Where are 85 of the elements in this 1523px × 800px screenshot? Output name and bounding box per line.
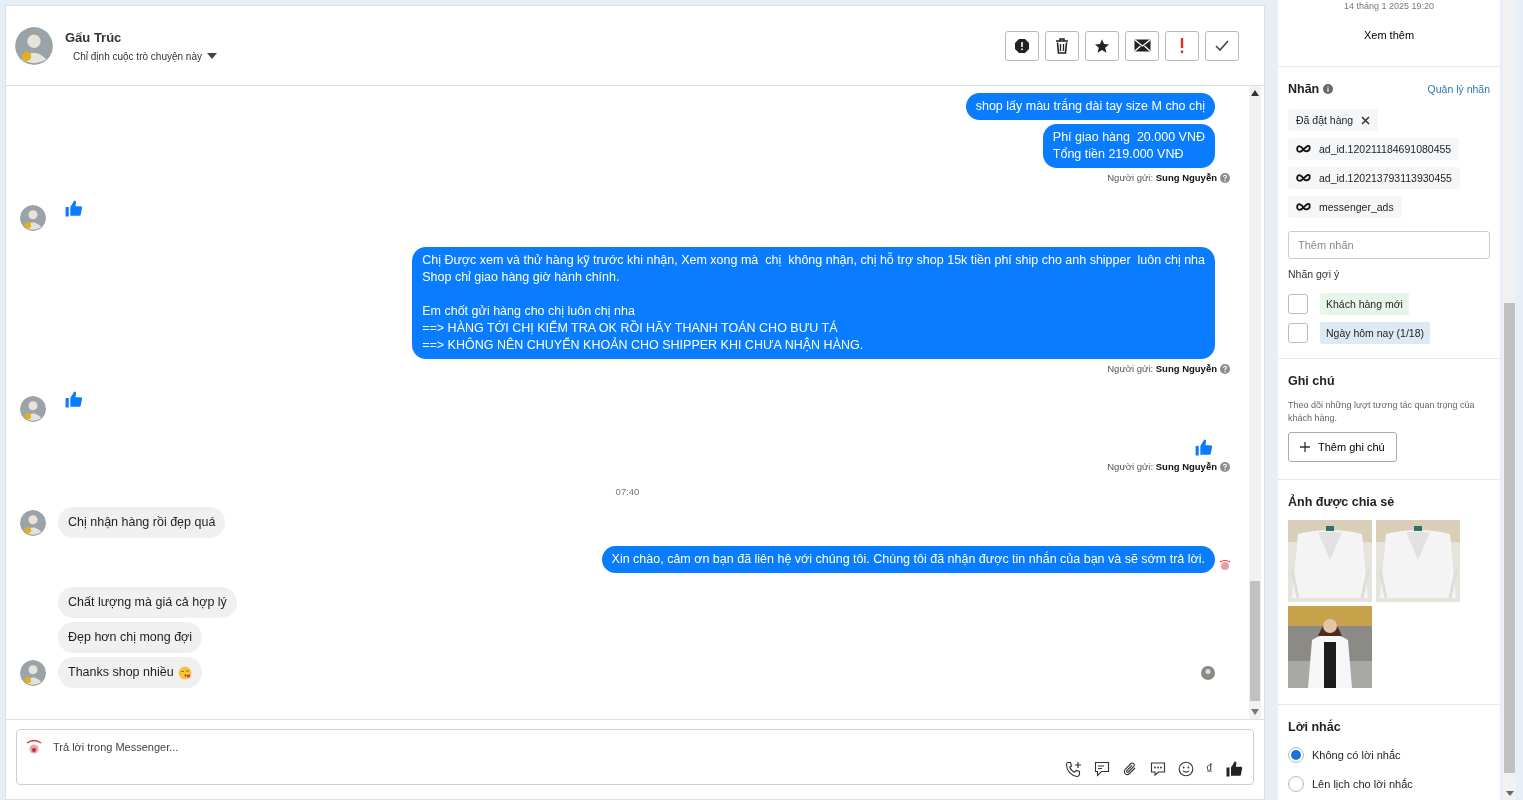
- section-title: Lời nhắc: [1288, 720, 1342, 734]
- date-text: 14 tháng 1 2025 19:20: [1343, 1, 1435, 11]
- message-bubble: Đẹp hơn chị mong đợi: [58, 622, 203, 653]
- sender-info: Người gửi: Sung Nguyễn: [1107, 172, 1217, 183]
- scrollbar[interactable]: [1249, 86, 1261, 719]
- help-icon: [1220, 172, 1230, 183]
- info-icon: [1323, 84, 1334, 94]
- message-bubble: Chất lượng mà giá cả hợp lý: [58, 587, 237, 618]
- quick-reply-icon[interactable]: [1093, 761, 1110, 777]
- thumbs-up-icon: [64, 199, 83, 218]
- message-bubble: Xin chào, cảm ơn bạn đã liên hệ với chúng tôi. Chúng tôi đã nhận được tin nhắn của bạn và sẽ sớm trả lời.: [601, 546, 1215, 573]
- avatar: [20, 659, 46, 686]
- avatar: [15, 26, 53, 65]
- manage-labels-link[interactable]: Quản lý nhãn: [1427, 83, 1490, 95]
- notes-description: Theo dõi những lượt tương tác quan trọng của khách hàng.: [1288, 399, 1476, 425]
- mail-button[interactable]: [1125, 30, 1159, 61]
- infinity-icon: [1296, 202, 1311, 212]
- tag-text: messenger_ads: [1319, 201, 1394, 213]
- suggested-label: Ngày hôm nay (1/18): [1320, 322, 1431, 344]
- scrollbar[interactable]: [1503, 0, 1516, 800]
- contact-name: Gấu Trúc: [65, 29, 123, 45]
- done-button[interactable]: [1205, 30, 1239, 61]
- tag-text: ad_id.120211184691080455: [1319, 143, 1452, 155]
- exclamation-icon: [1180, 37, 1184, 54]
- sender-info: Người gửi: Sung Nguyễn: [1107, 363, 1217, 374]
- radio-label: Lên lịch cho lời nhắc: [1312, 778, 1413, 790]
- plus-icon: [1300, 442, 1310, 452]
- message-bubble: shop lấy màu trắng dài tay size M cho chị: [965, 93, 1215, 120]
- subsection-title: Nhãn gợi ý: [1288, 268, 1341, 280]
- check-icon: [1214, 38, 1230, 53]
- assign-dropdown[interactable]: Chỉ định cuộc trò chuyện này: [65, 50, 217, 62]
- alert-icon: [1014, 37, 1030, 54]
- spam-button[interactable]: [1005, 30, 1039, 61]
- timestamp: 07:40: [614, 486, 641, 497]
- attachment-icon[interactable]: [1121, 761, 1138, 777]
- trash-icon: [1055, 37, 1069, 54]
- avatar: [20, 509, 46, 536]
- call-add-icon[interactable]: [1064, 760, 1082, 778]
- payment-button[interactable]: ₫: [1205, 761, 1213, 777]
- remove-icon[interactable]: [1361, 115, 1371, 125]
- section-title: Ghi chú: [1288, 374, 1336, 388]
- scroll-down-icon[interactable]: [1251, 709, 1259, 715]
- help-icon: [1220, 363, 1230, 374]
- message-icon[interactable]: [1149, 761, 1166, 777]
- tag-text: ad_id.120213793113930455: [1319, 172, 1452, 184]
- thumbs-up-icon: [1194, 438, 1213, 457]
- radio-button[interactable]: [1288, 747, 1304, 763]
- scroll-thumb[interactable]: [1250, 581, 1260, 701]
- help-icon: [1220, 461, 1230, 472]
- seen-avatar: [1201, 665, 1215, 680]
- message-bubble: Chị nhận hàng rồi đẹp quá: [58, 507, 226, 538]
- delete-button[interactable]: [1045, 30, 1079, 61]
- envelope-icon: [1133, 39, 1151, 52]
- thumbs-up-icon: [64, 390, 83, 409]
- message-bubble: Thanks shop nhiều: [58, 657, 202, 688]
- section-title: Nhãn: [1288, 82, 1320, 96]
- suggested-label: Khách hàng mới: [1320, 293, 1409, 315]
- add-label-field[interactable]: Thêm nhãn: [1288, 231, 1490, 259]
- sent-status-icon: [1219, 559, 1231, 571]
- star-icon: [1094, 37, 1110, 54]
- radio-label: Không có lời nhắc: [1312, 749, 1401, 761]
- section-title: Ảnh được chia sẻ: [1288, 495, 1396, 509]
- important-button[interactable]: [1165, 30, 1199, 61]
- checkbox[interactable]: [1288, 323, 1308, 343]
- infinity-icon: [1296, 144, 1311, 154]
- emoji-icon: [177, 665, 192, 680]
- checkbox[interactable]: [1288, 294, 1308, 314]
- message-bubble: Phí giao hàng 20.000 VNĐ Tổng tiền 219.000 VNĐ: [1042, 124, 1215, 168]
- emoji-icon[interactable]: [1177, 761, 1194, 777]
- sender-info: Người gửi: Sung Nguyễn: [1107, 461, 1217, 472]
- add-note-button[interactable]: Thêm ghi chú: [1288, 432, 1397, 462]
- scroll-thumb[interactable]: [1504, 303, 1515, 773]
- tag-text: Đã đặt hàng: [1296, 114, 1354, 126]
- avatar: [20, 205, 46, 231]
- message-bubble: Chị Được xem và thử hàng kỹ trước khi nhận, Xem xong mà chị không nhận, chị hỗ trợ shop 15k tiền phí ship cho anh shipper luôn chị nha Shop chỉ giao hàng giờ hành chính. Em chốt gửi hàng cho chị luôn chị nha ==> HÀNG TỚI CHỊ KIỂM TRA OK RỒI HÃY THANH TOÁN CHO BƯU TÁ ==> KHÔNG NÊN CHUYỂN KHOẢN CHO SHIPPER KHI CHƯA NHẬN HÀNG.: [412, 247, 1215, 359]
- star-button[interactable]: [1085, 30, 1119, 61]
- infinity-icon: [1296, 173, 1311, 183]
- page-avatar: [25, 738, 43, 756]
- radio-button[interactable]: [1288, 776, 1304, 792]
- caret-icon: [206, 53, 217, 59]
- see-more-link[interactable]: Xem thêm: [1357, 28, 1421, 42]
- scroll-up-icon[interactable]: [1251, 90, 1259, 96]
- avatar: [20, 396, 46, 422]
- thumbs-up-icon: [1225, 760, 1243, 778]
- scroll-down-icon[interactable]: [1505, 791, 1514, 796]
